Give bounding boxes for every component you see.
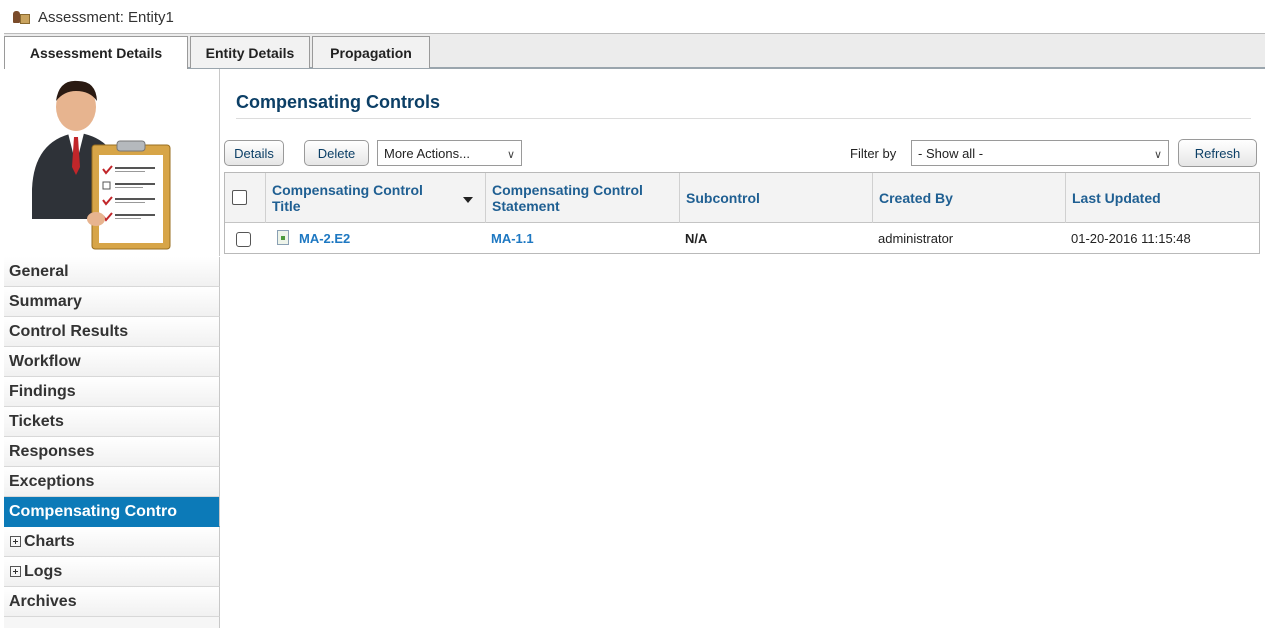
select-all-checkbox[interactable] <box>232 190 247 205</box>
window-titlebar: Assessment: Entity1 <box>0 0 1265 34</box>
sidebar-item-archives[interactable]: Archives <box>4 587 220 617</box>
sidebar-item-label: Tickets <box>9 412 64 430</box>
column-header-last-updated[interactable]: Last Updated <box>1065 173 1259 223</box>
page-title: Compensating Controls <box>236 92 441 112</box>
column-header-title-line1: Compensating Control <box>272 182 423 198</box>
filter-value: - Show all - <box>918 145 984 161</box>
document-icon <box>277 230 289 245</box>
sidebar-item-logs[interactable]: Logs <box>4 557 220 587</box>
assessor-checklist-icon <box>4 69 220 256</box>
row-created-by: administrator <box>878 231 954 246</box>
sidebar-item-exceptions[interactable]: Exceptions <box>4 467 220 497</box>
sort-desc-icon[interactable] <box>463 197 473 203</box>
sidebar-item-tickets[interactable]: Tickets <box>4 407 220 437</box>
sidebar-item-label: Compensating Contro <box>9 502 177 520</box>
tab-entity-details[interactable]: Entity Details <box>190 36 310 68</box>
column-header-title-line2: Title <box>272 198 301 214</box>
sidebar-item-findings[interactable]: Findings <box>4 377 220 407</box>
table-header: Compensating Control Title Compensating … <box>225 173 1259 223</box>
sidebar-item-summary[interactable]: Summary <box>4 287 220 317</box>
select-all-cell <box>225 173 265 223</box>
sidebar-item-compensating-controls[interactable]: Compensating Contro <box>4 497 220 527</box>
details-button[interactable]: Details <box>224 140 284 166</box>
column-header-statement-line1: Compensating Control <box>492 182 643 198</box>
sidebar-item-label: General <box>9 262 69 280</box>
sidebar-item-control-results[interactable]: Control Results <box>4 317 220 347</box>
row-statement-link[interactable]: MA-1.1 <box>491 231 534 246</box>
sidebar: General Summary Control Results Workflow… <box>4 69 220 628</box>
filter-select[interactable]: - Show all - ∨ <box>911 140 1169 166</box>
tab-strip: Assessment Details Entity Details Propag… <box>4 33 1265 69</box>
tab-propagation[interactable]: Propagation <box>312 36 430 68</box>
row-title-link[interactable]: MA-2.E2 <box>299 231 350 246</box>
refresh-button[interactable]: Refresh <box>1178 139 1257 167</box>
more-actions-value: More Actions... <box>384 145 470 161</box>
chevron-down-icon: ∨ <box>506 149 515 161</box>
tab-assessment-details[interactable]: Assessment Details <box>4 36 188 69</box>
more-actions-select[interactable]: More Actions... ∨ <box>377 140 522 166</box>
sidebar-item-label: Workflow <box>9 352 81 370</box>
row-last-updated: 01-20-2016 11:15:48 <box>1071 231 1191 246</box>
column-header-title[interactable]: Compensating Control Title <box>265 173 485 223</box>
sidebar-item-general[interactable]: General <box>4 257 220 287</box>
sidebar-item-charts[interactable]: Charts <box>4 527 220 557</box>
column-header-subcontrol[interactable]: Subcontrol <box>679 173 872 223</box>
sidebar-item-label: Control Results <box>9 322 129 340</box>
sidebar-item-label: Archives <box>9 592 77 610</box>
column-header-statement[interactable]: Compensating Control Statement <box>485 173 679 223</box>
assessment-icon <box>12 9 32 25</box>
window-title: Assessment: Entity1 <box>38 8 174 26</box>
table-row[interactable]: MA-2.E2 MA-1.1 N/A administrator 01-20-2… <box>225 224 1259 253</box>
sidebar-item-label: Findings <box>9 382 76 400</box>
sidebar-item-label: Responses <box>9 442 95 460</box>
divider <box>236 118 1251 119</box>
delete-button[interactable]: Delete <box>304 140 369 166</box>
sidebar-item-label: Charts <box>24 532 75 550</box>
row-subcontrol: N/A <box>685 231 708 246</box>
sidebar-item-responses[interactable]: Responses <box>4 437 220 467</box>
sidebar-item-label: Summary <box>9 292 82 310</box>
sidebar-item-label: Logs <box>24 562 63 580</box>
column-header-statement-line2: Statement <box>492 198 560 214</box>
expand-icon[interactable] <box>10 566 21 577</box>
compensating-controls-table: Compensating Control Title Compensating … <box>224 172 1260 254</box>
row-checkbox[interactable] <box>236 232 251 247</box>
sidebar-footer <box>4 617 220 628</box>
chevron-down-icon: ∨ <box>1153 149 1162 161</box>
column-header-created-by[interactable]: Created By <box>872 173 1065 223</box>
sidebar-item-workflow[interactable]: Workflow <box>4 347 220 377</box>
filter-label: Filter by <box>850 146 897 161</box>
expand-icon[interactable] <box>10 536 21 547</box>
sidebar-nav: General Summary Control Results Workflow… <box>4 257 220 628</box>
sidebar-item-label: Exceptions <box>9 472 95 490</box>
